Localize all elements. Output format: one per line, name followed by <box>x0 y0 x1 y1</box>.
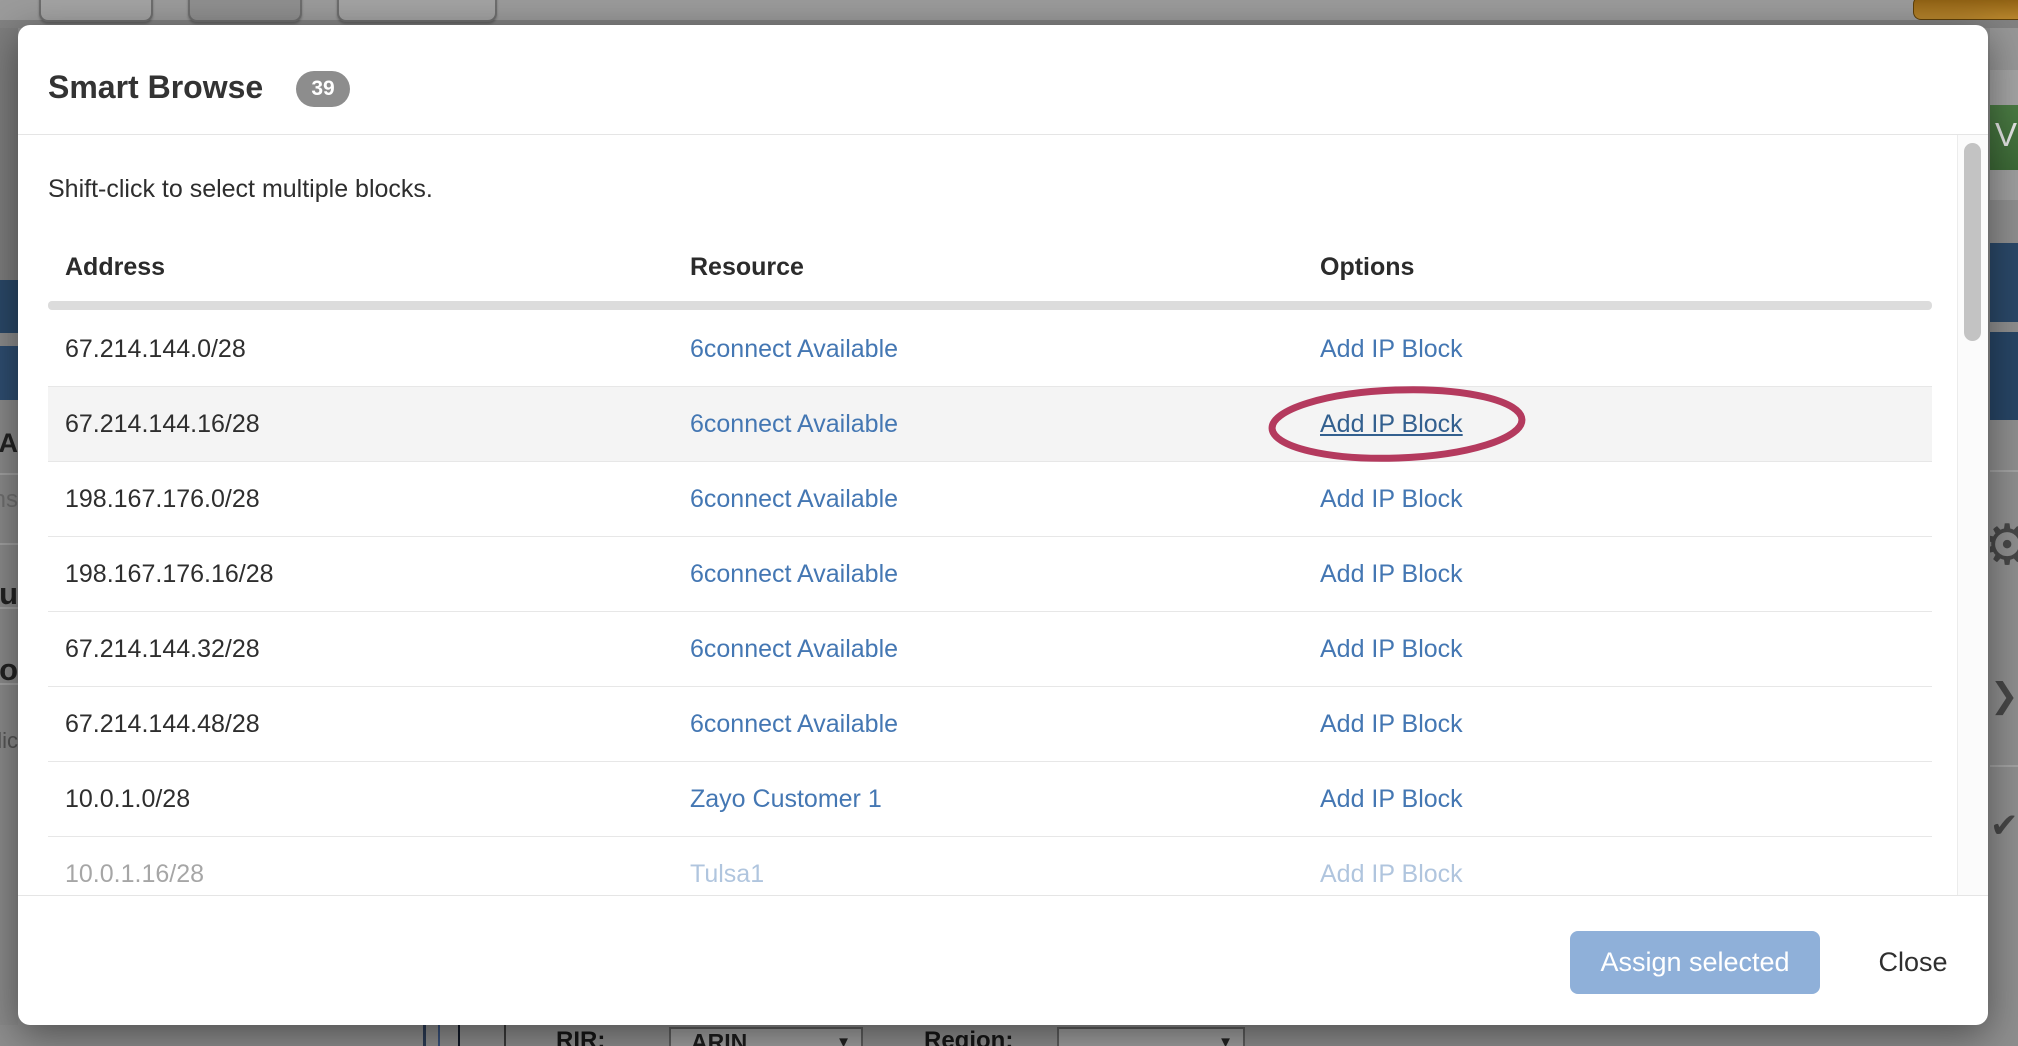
resource-link[interactable]: 6connect Available <box>690 387 898 461</box>
hint-text: Shift-click to select multiple blocks. <box>48 175 433 204</box>
background-panel <box>1990 170 2018 200</box>
check-icon: ✔ <box>1990 806 2018 846</box>
background-left-edge: A ns u o lic <box>0 28 18 1025</box>
background-divider <box>0 543 18 545</box>
chevron-right-icon: ❯ <box>1990 676 2018 716</box>
modal-header: Smart Browse 39 <box>18 25 1988 135</box>
table-row[interactable]: 10.0.1.16/28 Tulsa1 Add IP Block <box>48 837 1932 895</box>
close-button[interactable]: Close <box>1863 931 1963 994</box>
modal-footer: Assign selected Close <box>18 895 1988 1025</box>
background-divider <box>438 1025 440 1046</box>
add-ip-block-link[interactable]: Add IP Block <box>1320 462 1463 536</box>
address-cell: 198.167.176.16/28 <box>65 537 274 611</box>
background-blue-bar <box>1990 332 2018 420</box>
address-cell: 10.0.1.16/28 <box>65 837 204 895</box>
background-blue-bar <box>1990 243 2018 322</box>
address-cell: 67.214.144.0/28 <box>65 312 246 386</box>
scrollbar-thumb[interactable] <box>1964 143 1981 341</box>
background-orange-button <box>1913 0 2018 20</box>
background-right-edge: V ⚙ ❯ ✔ <box>1990 28 2018 1025</box>
background-divider <box>0 607 18 609</box>
background-divider <box>1990 470 2018 472</box>
background-divider <box>458 1025 460 1046</box>
table-row[interactable]: 198.167.176.16/28 6connect Available Add… <box>48 537 1932 612</box>
rir-label: RIR: <box>556 1027 605 1046</box>
background-bottom-bar: RIR: ARIN ▼ Region: ▼ <box>0 1025 2018 1046</box>
add-ip-block-link[interactable]: Add IP Block <box>1320 537 1463 611</box>
background-divider <box>0 333 18 346</box>
column-header-address: Address <box>65 253 165 282</box>
background-text-fragment: A <box>0 428 18 459</box>
background-divider <box>1990 765 2018 767</box>
background-text-fragment: ns <box>0 486 18 514</box>
background-panel <box>0 28 18 280</box>
table-row[interactable]: 198.167.176.0/28 6connect Available Add … <box>48 462 1932 537</box>
address-cell: 67.214.144.48/28 <box>65 687 260 761</box>
resource-link[interactable]: Zayo Customer 1 <box>690 762 882 836</box>
address-cell: 67.214.144.32/28 <box>65 612 260 686</box>
table-row[interactable]: 67.214.144.48/28 6connect Available Add … <box>48 687 1932 762</box>
background-button <box>39 0 153 22</box>
background-text-fragment: lic <box>0 728 18 754</box>
resource-link[interactable]: 6connect Available <box>690 687 898 761</box>
background-divider <box>0 683 18 685</box>
resource-link[interactable]: 6connect Available <box>690 612 898 686</box>
table-row[interactable]: 67.214.144.16/28 6connect Available Add … <box>48 387 1932 462</box>
smart-browse-modal: Smart Browse 39 Shift-click to select mu… <box>18 25 1988 1025</box>
resource-link[interactable]: 6connect Available <box>690 312 898 386</box>
column-header-resource: Resource <box>690 253 804 282</box>
background-button <box>188 0 302 22</box>
add-ip-block-link[interactable]: Add IP Block <box>1320 387 1463 461</box>
modal-body: Shift-click to select multiple blocks. A… <box>18 135 1988 895</box>
dropdown-arrow-icon: ▼ <box>1218 1030 1233 1046</box>
table-header-row: Address Resource Options <box>48 253 1932 293</box>
resource-link[interactable]: 6connect Available <box>690 537 898 611</box>
background-blue-bar <box>0 280 18 333</box>
address-cell: 10.0.1.0/28 <box>65 762 190 836</box>
modal-title: Smart Browse <box>48 69 263 106</box>
background-divider <box>504 1025 506 1046</box>
region-label: Region: <box>924 1027 1013 1046</box>
dropdown-arrow-icon: ▼ <box>836 1030 851 1046</box>
table-row[interactable]: 67.214.144.32/28 6connect Available Add … <box>48 612 1932 687</box>
background-panel <box>1990 70 2018 105</box>
resource-link[interactable]: Tulsa1 <box>690 837 764 895</box>
table-row[interactable]: 10.0.1.0/28 Zayo Customer 1 Add IP Block <box>48 762 1932 837</box>
background-panel <box>1990 28 2018 70</box>
add-ip-block-link[interactable]: Add IP Block <box>1320 612 1463 686</box>
column-header-options: Options <box>1320 253 1414 282</box>
gear-icon: ⚙ <box>1990 512 2018 578</box>
address-cell: 198.167.176.0/28 <box>65 462 260 536</box>
resource-link[interactable]: 6connect Available <box>690 462 898 536</box>
background-toolbar <box>0 0 2018 20</box>
table-rows: 67.214.144.0/28 6connect Available Add I… <box>48 312 1932 895</box>
background-green-button: V <box>1990 105 2018 170</box>
scrollbar-track[interactable] <box>1957 135 1988 895</box>
add-ip-block-link[interactable]: Add IP Block <box>1320 837 1463 895</box>
table-row[interactable]: 67.214.144.0/28 6connect Available Add I… <box>48 312 1932 387</box>
background-divider <box>423 1025 426 1046</box>
region-select: ▼ <box>1057 1027 1245 1046</box>
background-button <box>337 0 497 22</box>
rir-select: ARIN ▼ <box>669 1027 863 1046</box>
table-header-divider <box>48 301 1932 310</box>
add-ip-block-link[interactable]: Add IP Block <box>1320 687 1463 761</box>
add-ip-block-link[interactable]: Add IP Block <box>1320 312 1463 386</box>
background-blue-bar <box>0 346 18 400</box>
background-divider <box>0 473 18 475</box>
background-green-button-label: V <box>1995 116 2017 153</box>
count-badge: 39 <box>296 71 350 107</box>
address-cell: 67.214.144.16/28 <box>65 387 260 461</box>
assign-selected-button[interactable]: Assign selected <box>1570 931 1820 994</box>
add-ip-block-link[interactable]: Add IP Block <box>1320 762 1463 836</box>
rir-select-value: ARIN <box>691 1029 747 1046</box>
